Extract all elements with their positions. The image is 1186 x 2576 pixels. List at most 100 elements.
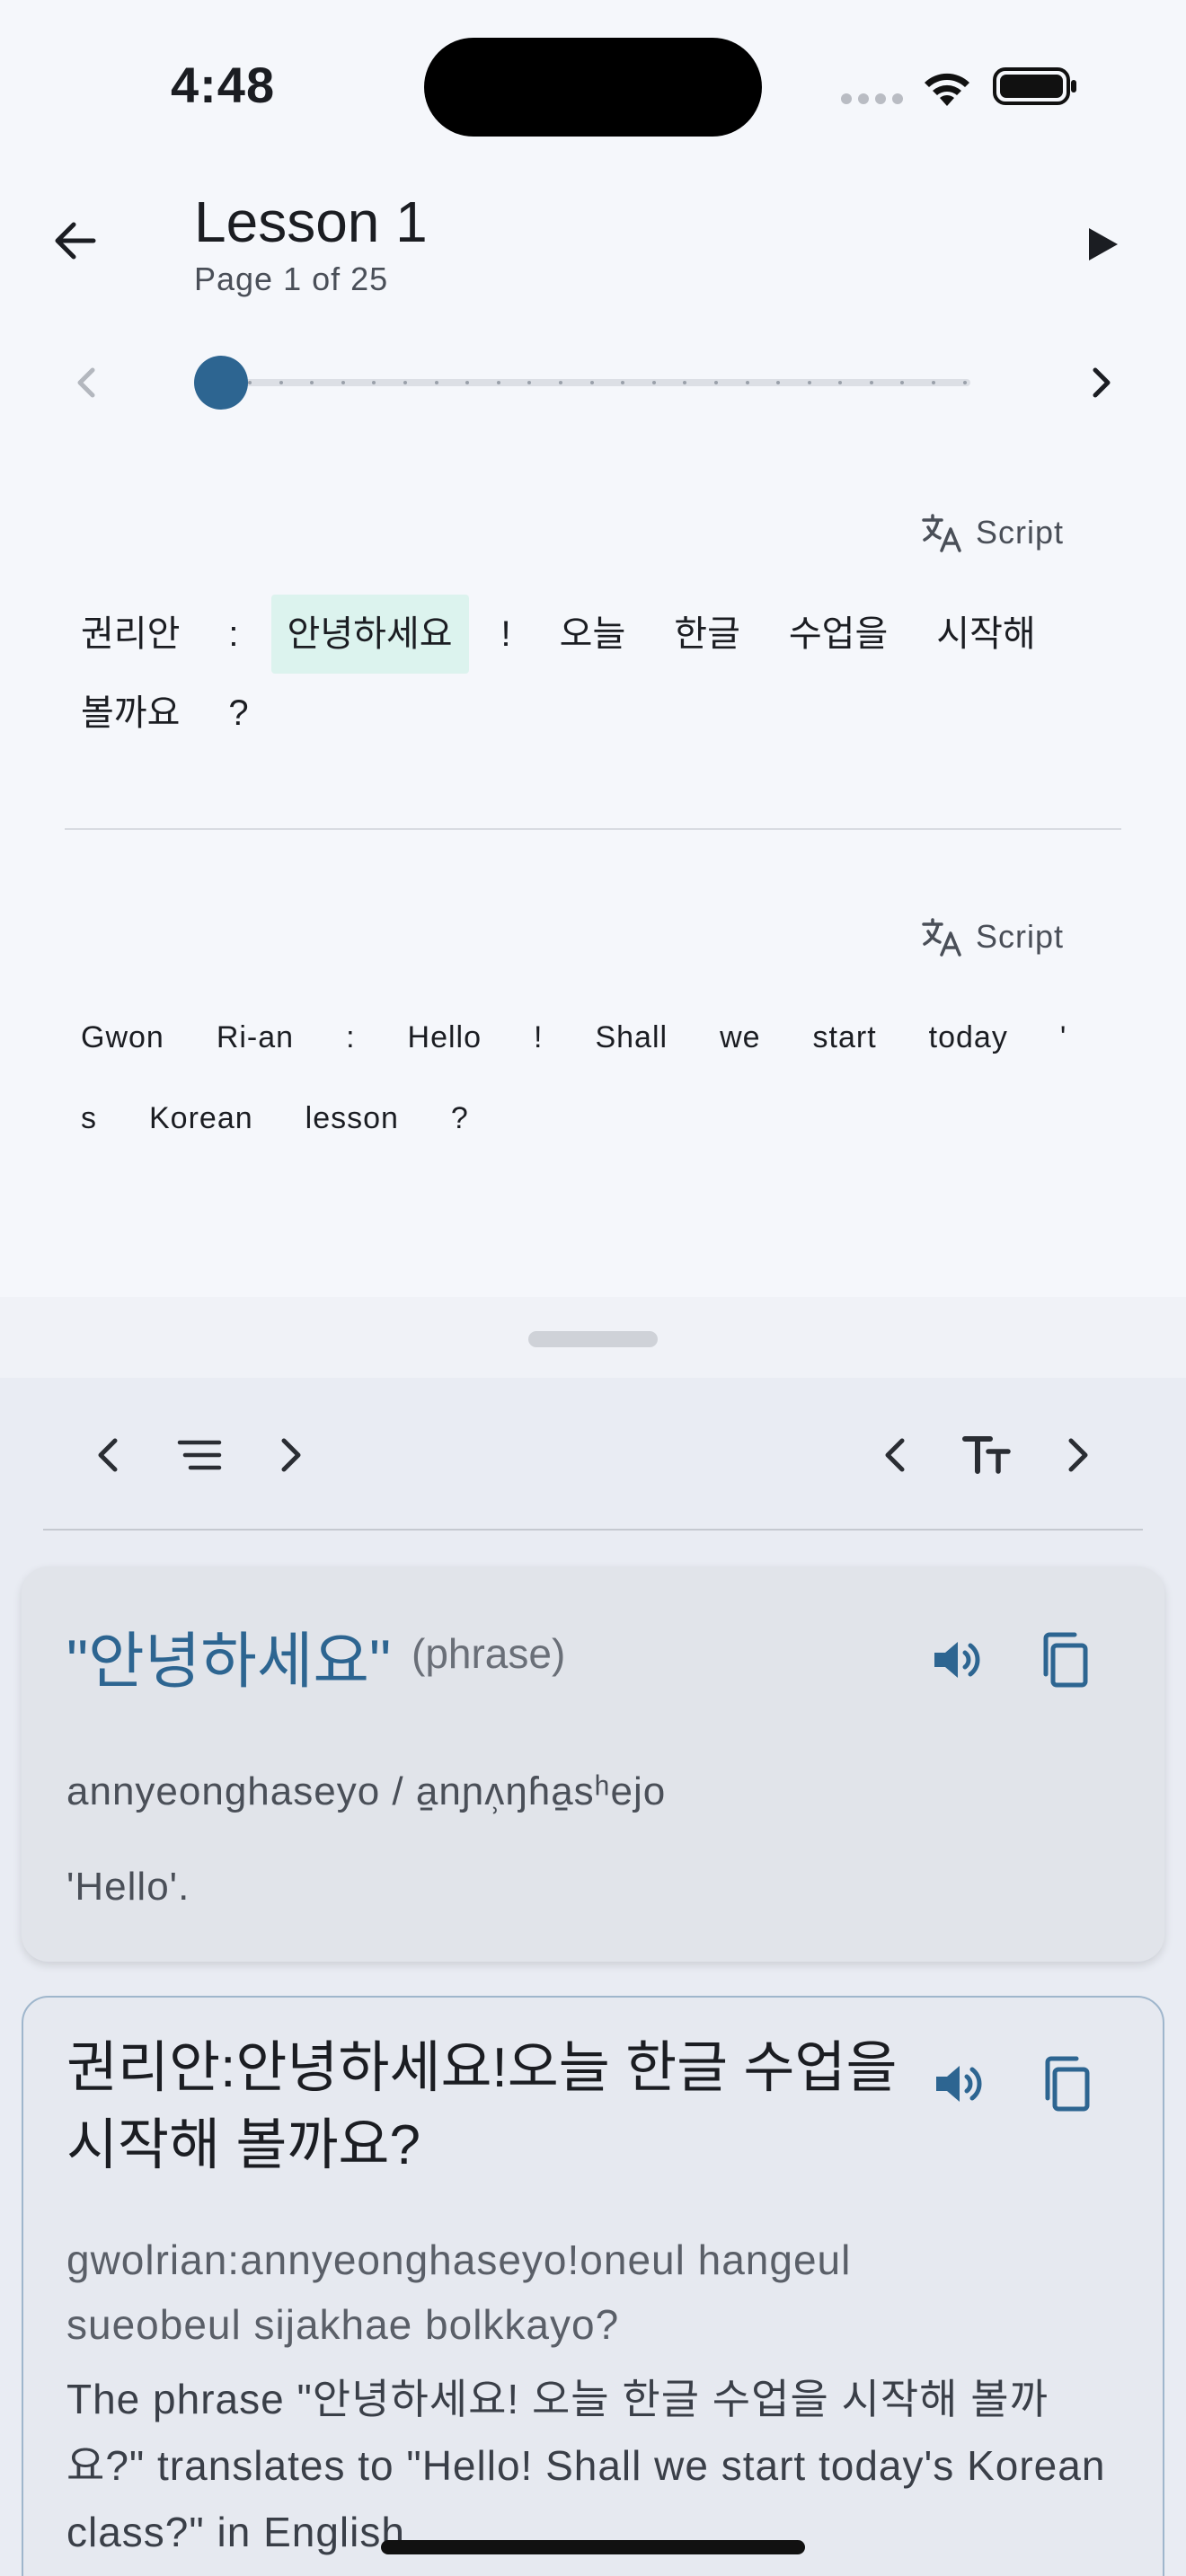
word-romanization: annyeonghaseyo / a̠nɲʌ̹ŋɦa̠sʰejo	[66, 1769, 667, 1813]
slider-tick	[621, 381, 625, 384]
slider-thumb[interactable]	[194, 356, 248, 410]
slider-tick	[589, 381, 594, 384]
slider-tick	[683, 381, 687, 384]
script-label: Script	[976, 514, 1065, 551]
translate-icon	[922, 514, 961, 552]
divider	[65, 828, 1121, 830]
sheet-toolbar	[0, 1378, 1186, 1522]
slider-tick	[527, 381, 532, 384]
slider-tick	[248, 381, 252, 384]
slider-tick	[776, 381, 781, 384]
korean-token[interactable]: !	[485, 595, 527, 674]
selected-word: "안녕하세요"	[66, 1628, 392, 1696]
dynamic-island	[424, 38, 762, 137]
page-title: Lesson 1	[194, 190, 428, 254]
english-token[interactable]: Ri-an	[200, 997, 310, 1078]
previous-sentence-button[interactable]	[72, 1419, 144, 1491]
slider-tick	[310, 381, 314, 384]
korean-token[interactable]: 안녕하세요	[270, 595, 469, 674]
divider	[43, 1529, 1143, 1531]
chevron-left-icon	[98, 1438, 118, 1472]
korean-token[interactable]: 볼까요	[65, 674, 196, 753]
english-token[interactable]: Shall	[579, 997, 684, 1078]
copy-icon	[1043, 1632, 1088, 1688]
chevron-right-icon	[281, 1438, 301, 1472]
sentence-card: 권리안:안녕하세요!오늘 한글 수업을 시작해 볼까요? gwolrian:an…	[22, 1996, 1164, 2576]
english-token[interactable]: '	[1044, 997, 1084, 1078]
chevron-left-icon	[885, 1438, 905, 1472]
slider-tick	[279, 381, 283, 384]
status-time: 4:48	[171, 57, 276, 113]
sentence-text: 권리안:안녕하세요!오늘 한글 수업을 시작해 볼까요?	[66, 2037, 898, 2176]
chevron-right-icon	[1093, 367, 1111, 398]
sentence-explanation: The phrase "안녕하세요! 오늘 한글 수업을 시작해 볼까요?" t…	[66, 2376, 1106, 2555]
sentence-romanization: gwolrian:annyeonghaseyo!oneul hangeul su…	[66, 2236, 852, 2348]
korean-token[interactable]: 권리안	[65, 595, 196, 674]
bottom-sheet: "안녕하세요" (phrase) annyeonghaseyo / a̠nɲʌ̹…	[0, 1297, 1186, 2576]
sentence-list-button[interactable]	[164, 1419, 235, 1491]
slider-tick	[869, 381, 873, 384]
wifi-icon	[920, 66, 974, 114]
english-token[interactable]: we	[704, 997, 776, 1078]
home-indicator[interactable]	[381, 2540, 805, 2554]
slider-tick	[713, 381, 718, 384]
arrow-left-icon	[55, 222, 96, 260]
script-label: Script	[976, 918, 1065, 955]
english-token[interactable]: Hello	[392, 997, 498, 1078]
korean-token[interactable]: 오늘	[544, 595, 642, 674]
korean-token[interactable]: 수업을	[773, 595, 904, 674]
english-token[interactable]: today	[913, 997, 1024, 1078]
text-size-icon	[962, 1436, 1011, 1474]
translate-icon	[922, 918, 961, 957]
page-subtitle: Page 1 of 25	[194, 260, 389, 297]
script-toggle-korean[interactable]: Script	[920, 501, 1064, 564]
play-icon	[1089, 228, 1118, 260]
speaker-icon	[934, 1642, 980, 1678]
english-token[interactable]: Gwon	[65, 997, 181, 1078]
korean-token[interactable]: 한글	[658, 595, 757, 674]
page-slider[interactable]	[194, 356, 970, 410]
slider-ticks	[248, 381, 967, 384]
decrease-font-button[interactable]	[859, 1419, 931, 1491]
korean-token[interactable]: ?	[212, 674, 264, 753]
chevron-right-icon	[1068, 1438, 1088, 1472]
next-sentence-button[interactable]	[255, 1419, 327, 1491]
previous-page-button[interactable]	[59, 356, 113, 410]
font-size-button[interactable]	[951, 1419, 1022, 1491]
slider-tick	[372, 381, 376, 384]
slider-tick	[465, 381, 470, 384]
copy-word-button[interactable]	[1028, 1624, 1100, 1696]
english-token[interactable]: lesson	[289, 1078, 415, 1159]
english-token[interactable]: s	[65, 1078, 113, 1159]
english-token[interactable]: ?	[435, 1078, 485, 1159]
script-toggle-english[interactable]: Script	[920, 905, 1064, 968]
slider-tick	[496, 381, 500, 384]
app-screen: 4:48 Lesson 1 Page 1 of 25 Script 권리안: …	[0, 0, 1186, 2576]
english-token[interactable]: :	[330, 997, 371, 1078]
slider-tick	[838, 381, 843, 384]
english-token[interactable]: Korean	[133, 1078, 270, 1159]
back-button[interactable]	[43, 208, 108, 273]
slider-tick	[558, 381, 562, 384]
korean-token[interactable]: :	[212, 595, 254, 674]
english-token[interactable]: !	[518, 997, 559, 1078]
slider-tick	[962, 381, 967, 384]
play-button[interactable]	[1069, 212, 1134, 277]
slider-tick	[745, 381, 749, 384]
slider-tick	[434, 381, 438, 384]
chevron-left-icon	[77, 367, 95, 398]
list-icon	[177, 1440, 222, 1470]
increase-font-button[interactable]	[1042, 1419, 1114, 1491]
slider-tick	[341, 381, 345, 384]
next-page-button[interactable]	[1075, 356, 1128, 410]
word-definition-card: "안녕하세요" (phrase) annyeonghaseyo / a̠nɲʌ̹…	[22, 1566, 1164, 1962]
word-gloss: 'Hello'.	[66, 1865, 190, 1909]
drag-handle[interactable]	[528, 1331, 658, 1347]
english-token[interactable]: start	[797, 997, 893, 1078]
copy-sentence-button[interactable]	[1030, 2048, 1102, 2120]
slider-tick	[807, 381, 811, 384]
korean-token-row: 권리안: 안녕하세요! 오늘 한글 수업을 시작해볼까요?	[65, 595, 1125, 753]
korean-token[interactable]: 시작해	[920, 595, 1051, 674]
play-sentence-audio-button[interactable]	[922, 2048, 994, 2120]
play-word-audio-button[interactable]	[920, 1624, 992, 1696]
